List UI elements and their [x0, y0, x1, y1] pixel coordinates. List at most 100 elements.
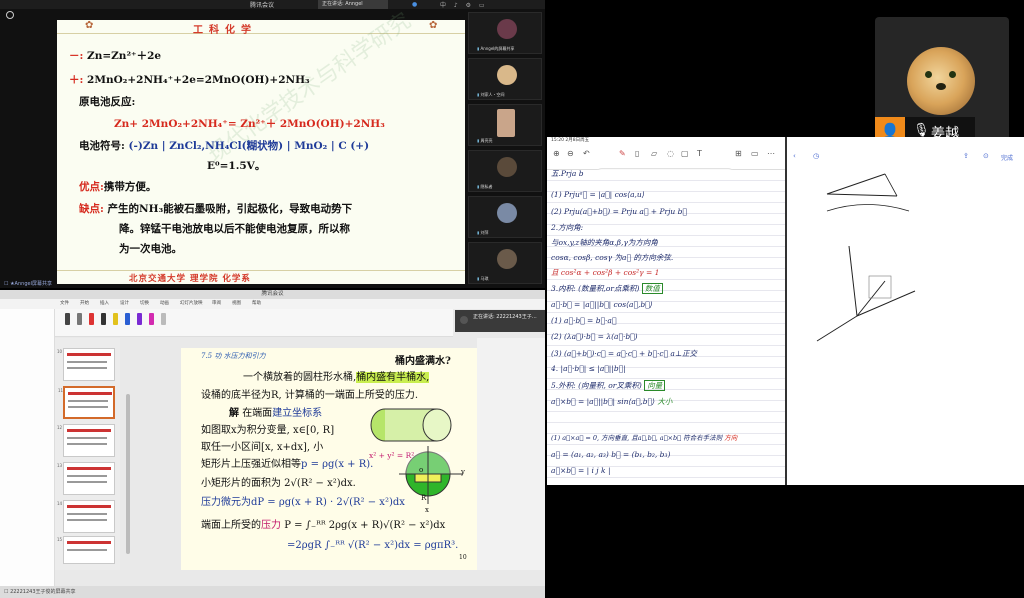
pressure-line: 矩形片上压强近似相等p = ρg(x + R). [201, 459, 374, 470]
speaking-text: 正在讲话: 22221243王子… [473, 314, 537, 320]
page-icon[interactable]: ▭ [751, 149, 759, 158]
note-line: (3) (a⃗+b⃗)·c⃗ = a⃗·c⃗ + b⃗·c⃗ a⊥正交 [551, 349, 697, 358]
participant-name: 马琪 [477, 276, 488, 282]
menu-home[interactable]: 开始 [80, 300, 89, 306]
camera-tile[interactable]: 👤 🎙 姜越 [875, 17, 1009, 147]
window-title: 腾讯会议 [250, 2, 275, 9]
page-number: 10 [459, 554, 467, 561]
pen-tool[interactable] [149, 313, 154, 325]
participant-name: 周亮亮 [477, 138, 492, 144]
circle-equation: x² + y² = R² [369, 451, 415, 460]
note-line: 2.方向角: [551, 223, 584, 232]
ppt-left-panel [0, 309, 55, 586]
toolbar-icons[interactable]: 中 ♪ ⚙ ▭ [440, 0, 488, 9]
text-icon[interactable]: T [697, 149, 702, 158]
note-line: a⃗ = (a₁, a₂, a₃) b⃗ = (b₁, b₂, b₃) [551, 450, 671, 459]
axis-r-label: R [421, 494, 427, 502]
participant-tile[interactable]: 马琪 [468, 242, 542, 284]
participant-tile[interactable]: 隐私者 [468, 150, 542, 192]
note-line: (1) a⃗×a⃗ = 0, 方向垂直, 且a⃗,b⃗, a⃗×b⃗ 符合右手法… [551, 434, 738, 442]
pen-tool[interactable] [125, 313, 130, 325]
mic-icon [460, 316, 468, 324]
axis-origin-label: o [419, 466, 424, 474]
pen-icon[interactable]: ✎ [619, 149, 626, 158]
eraser-icon[interactable]: ▱ [651, 149, 657, 158]
slide-thumbnails: 10 11 12 13 14 15 [55, 338, 120, 570]
menu-view[interactable]: 视图 [232, 300, 241, 306]
note-line: 5.外积: (向量积, or叉乘积) 向量 [551, 380, 666, 391]
thumbnail-scrollbar[interactable] [126, 394, 130, 554]
notes-page-left[interactable]: 五.Prja b (1) Prjuᵃ⃗ = |a⃗| cos⟨a,u⟩ (2) … [547, 169, 785, 485]
interval-line: 取任一小区间[x, x+dx], 小 [201, 442, 324, 453]
menu-design[interactable]: 设计 [120, 300, 129, 306]
pen-tool[interactable] [89, 313, 94, 325]
flower-icon: ✿ [429, 20, 438, 31]
menu-animations[interactable]: 动画 [160, 300, 169, 306]
share-source-label: ☐ ★Anngel屏幕共享 [4, 281, 52, 287]
pen-tool[interactable] [113, 313, 118, 325]
menu-transitions[interactable]: 切换 [140, 300, 149, 306]
problem-line-2: 设桶的底半径为R, 计算桶的一端面上所受的压力. [201, 390, 419, 401]
highlighter-icon[interactable]: ▯ [635, 149, 639, 158]
screen-share-chemistry: 腾讯会议 正在讲话: Anngel ● 中 ♪ ⚙ ▭ 工科化学 ✿ ✿ 现代化… [0, 0, 545, 288]
done-button[interactable]: 完成 [1001, 153, 1013, 162]
share-status-bar: ☐ 22221243王子俊的屏幕共享 [0, 586, 545, 598]
menu-slideshow[interactable]: 幻灯片放映 [180, 300, 203, 306]
pen-tool[interactable] [77, 313, 82, 325]
participant-name: 刘萍 [477, 230, 488, 236]
variable-line: 如图取x为积分变量, x∈[0, R] [201, 425, 335, 436]
avatar [497, 65, 517, 85]
lasso-icon[interactable]: ◌ [667, 149, 674, 158]
share-icon[interactable]: ⇪ [963, 152, 969, 160]
cell-symbol: 电池符号: (-)Zn | ZnCl₂,NH₄Cl(糊状物) | MnO₂ | … [79, 140, 370, 152]
slide-thumbnail[interactable]: 14 [57, 500, 115, 533]
eraser-tool[interactable] [161, 313, 166, 325]
more-icon[interactable]: ⊙ [983, 152, 989, 160]
pen-tool[interactable] [65, 313, 70, 325]
participant-tile[interactable]: 刘家人・空间 [468, 58, 542, 100]
reaction-label: 原电池反应: [79, 96, 136, 108]
disadvantage-line-1: 缺点: 产生的NH₃能被石墨吸附，引起极化，导致电动势下 [79, 203, 353, 215]
problem-line-1: 一个横放着的圆柱形水桶,桶内盛有半桶水, [243, 372, 430, 383]
participant-tile[interactable]: 周亮亮 [468, 104, 542, 146]
slide-thumbnail[interactable]: 13 [57, 462, 115, 495]
back-icon[interactable]: ‹ [793, 152, 796, 160]
screen-share-calculus: 腾讯会议 文件 开始 插入 设计 切换 动画 幻灯片放映 审阅 视图 帮助 正在… [0, 290, 545, 598]
undo-icon[interactable]: ⊖ [567, 149, 574, 158]
note-line: (2) Prju(a⃗+b⃗) = Prju a⃗ + Prju b⃗ [551, 207, 687, 216]
speaking-indicator: 正在讲话: 22221243王子… [455, 310, 545, 332]
speaking-chip[interactable]: 正在讲话: Anngel [318, 0, 388, 9]
3d-vector-sketch [816, 173, 916, 342]
participant-list: Anngel的屏幕共享 刘家人・空间 周亮亮 隐私者 刘萍 马琪 [466, 12, 544, 288]
shape-icon[interactable]: ▢ [681, 149, 689, 158]
menu-help[interactable]: 帮助 [252, 300, 261, 306]
grid-icon[interactable]: ⊞ [735, 149, 742, 158]
emf-value: E⁰=1.5V。 [207, 160, 266, 172]
ppt-right-panel [477, 338, 545, 570]
slide-thumbnail-selected[interactable]: 11 [58, 386, 115, 419]
menu-review[interactable]: 审阅 [212, 300, 221, 306]
clock-icon[interactable]: ◷ [813, 152, 819, 160]
menu-insert[interactable]: 插入 [100, 300, 109, 306]
axis-y-label: y [461, 468, 465, 476]
notes-toolbar: ⊕ ⊖ ↶ ✎ ▯ ▱ ◌ ▢ T ⊞ ▭ ⋯ [547, 146, 785, 170]
slide-thumbnail[interactable]: 10 [57, 348, 115, 381]
menu-file[interactable]: 文件 [60, 300, 69, 306]
disadvantage-line-3: 为一次电池。 [119, 243, 182, 255]
pen-tool[interactable] [137, 313, 142, 325]
redo-icon[interactable]: ↶ [583, 149, 590, 158]
share-status-icon[interactable]: ● [412, 1, 417, 8]
participant-tile[interactable]: Anngel的屏幕共享 [468, 12, 542, 54]
pen-tool[interactable] [101, 313, 106, 325]
positive-electrode: ＋: 2MnO₂+2NH₄⁺+2e=2MnO(OH)+2NH₃ [69, 74, 310, 86]
notes-page-right[interactable]: ‹ ◷ ⇪ ⊙ 完成 [787, 146, 1024, 485]
tablet-notes-share: 👤 🎙 姜越 15:20 2月8日周五 ⊕ ⊖ ↶ ✎ ▯ ▱ ◌ ▢ T ⊞ … [547, 0, 1024, 598]
note-line: a⃗×b⃗ = | i j k | [551, 466, 611, 475]
axis-x-label: x [425, 506, 429, 514]
slide-thumbnail[interactable]: 12 [57, 424, 115, 457]
settings-icon[interactable] [6, 11, 14, 19]
more-icon[interactable]: ⋯ [767, 149, 775, 158]
participant-tile[interactable]: 刘萍 [468, 196, 542, 238]
slide-thumbnail[interactable]: 15 [57, 536, 115, 564]
back-icon[interactable]: ⊕ [553, 149, 560, 158]
